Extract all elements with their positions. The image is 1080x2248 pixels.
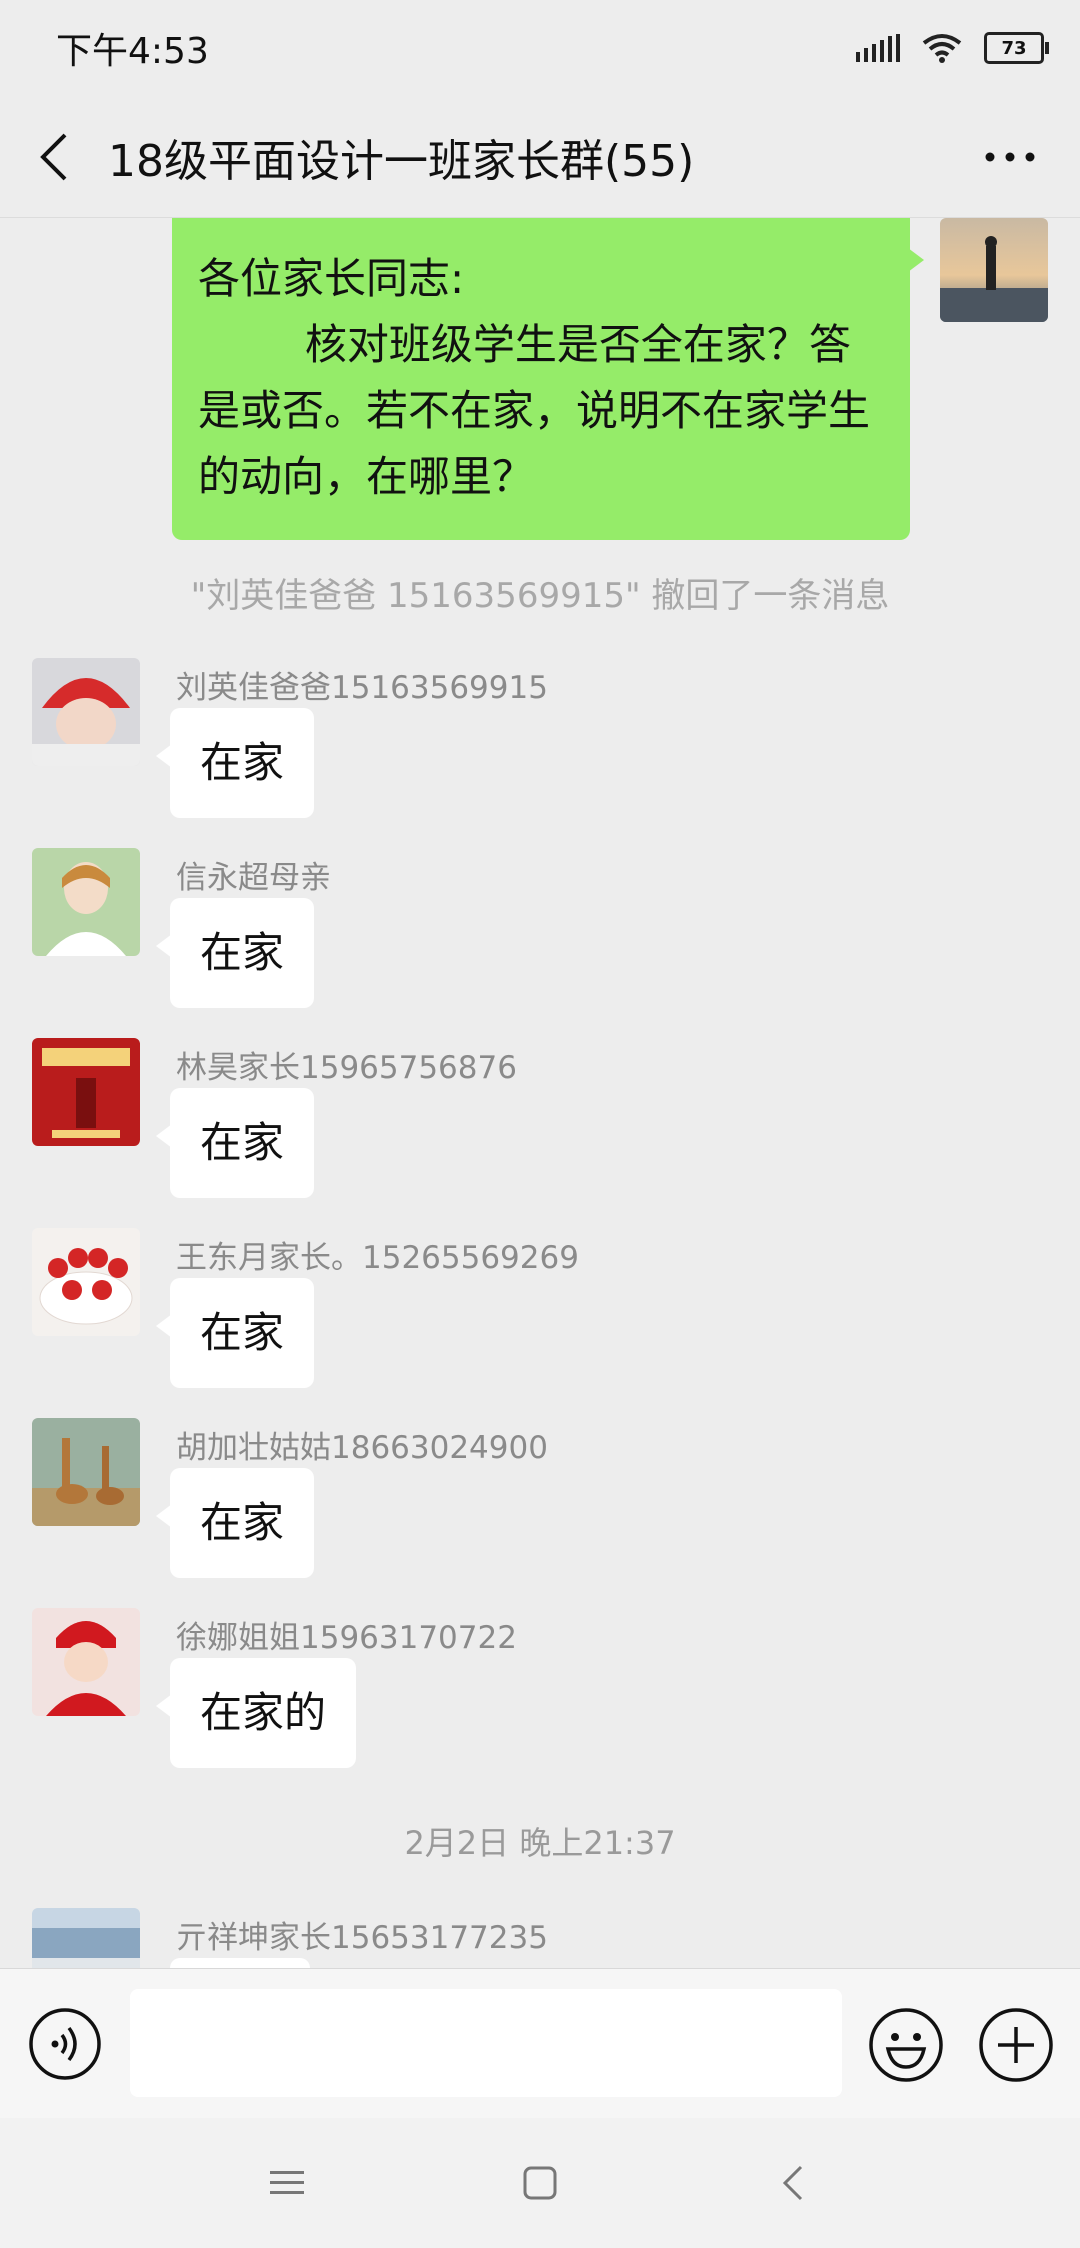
sender-name: 信永超母亲 xyxy=(176,860,331,896)
status-icons: 73 xyxy=(856,32,1049,64)
chat-message: 刘英佳爸爸15163569915 在家 xyxy=(0,658,1080,848)
message-bubble[interactable]: 在家的 xyxy=(155,1658,357,1768)
message-input-bar xyxy=(0,1968,1080,2118)
back-arrow-icon xyxy=(40,133,67,180)
message-input[interactable] xyxy=(130,1989,842,2097)
battery-level: 73 xyxy=(1001,37,1027,59)
message-bubble[interactable]: 在家 xyxy=(155,898,315,1008)
system-back-button[interactable] xyxy=(758,2148,828,2218)
sender-name: 林昊家长15965756876 xyxy=(176,1050,517,1086)
avatar[interactable] xyxy=(32,1608,140,1716)
recents-button[interactable] xyxy=(252,2148,322,2218)
chat-message: 信永超母亲 在家 xyxy=(0,848,1080,1038)
sender-name: 刘英佳爸爸15163569915 xyxy=(176,670,548,706)
avatar[interactable] xyxy=(32,1418,140,1526)
more-dots-icon xyxy=(985,152,1035,162)
chat-message: 林昊家长15965756876 在家 xyxy=(0,1038,1080,1228)
avatar[interactable] xyxy=(32,658,140,766)
status-time: 下午4:53 xyxy=(56,31,209,72)
sender-name: 王东月家长。15265569269 xyxy=(176,1240,579,1276)
chat-header: 18级平面设计一班家长群(55) xyxy=(0,96,1080,218)
wifi-icon xyxy=(922,34,962,63)
recall-notice: "刘英佳爸爸 15163569915" 撤回了一条消息 xyxy=(190,576,890,616)
voice-button[interactable] xyxy=(28,2007,102,2081)
message-bubble[interactable]: 在家 xyxy=(155,1468,315,1578)
avatar[interactable] xyxy=(32,1908,140,1968)
system-navigation-bar xyxy=(0,2118,1080,2248)
message-bubble[interactable]: 在家 xyxy=(155,1088,315,1198)
sender-name: 徐娜姐姐15963170722 xyxy=(176,1620,517,1656)
home-button[interactable] xyxy=(505,2148,575,2218)
chat-title: 18级平面设计一班家长群(55) xyxy=(108,135,695,187)
chat-message: 胡加壮姑姑18663024900 在家 xyxy=(0,1418,1080,1608)
sender-name: 亓祥坤家长15653177235 xyxy=(176,1920,548,1956)
status-bar: 下午4:53 73 xyxy=(0,0,1080,96)
message-bubble[interactable] xyxy=(170,1958,310,1968)
time-divider: 2月2日 晚上21:37 xyxy=(404,1824,676,1862)
more-functions-button[interactable] xyxy=(978,2007,1054,2083)
avatar[interactable] xyxy=(32,1038,140,1146)
chat-message: 亓祥坤家长15653177235 xyxy=(0,1908,1080,1968)
battery-icon: 73 xyxy=(984,32,1049,64)
message-bubble[interactable]: 在家 xyxy=(155,708,315,818)
emoji-icon xyxy=(869,2008,943,2082)
chat-message-list[interactable]: 各位家长同志: 核对班级学生是否全在家？答是或否。若不在家，说明不在家学生的动向… xyxy=(0,218,1080,1968)
chat-message: 徐娜姐姐15963170722 在家的 xyxy=(0,1608,1080,1798)
avatar[interactable] xyxy=(32,848,140,956)
signal-icon xyxy=(856,34,900,62)
my-avatar[interactable] xyxy=(940,218,1048,322)
home-square-icon xyxy=(523,2166,557,2200)
sender-name: 胡加壮姑姑18663024900 xyxy=(176,1430,548,1466)
plus-icon xyxy=(979,2008,1053,2082)
avatar[interactable] xyxy=(32,1228,140,1336)
message-bubble[interactable]: 在家 xyxy=(155,1278,315,1388)
back-button[interactable] xyxy=(4,96,104,218)
menu-icon xyxy=(269,2171,304,2194)
chevron-left-icon xyxy=(783,2165,803,2201)
voice-icon xyxy=(29,2008,101,2080)
outgoing-message-bubble[interactable]: 各位家长同志: 核对班级学生是否全在家？答是或否。若不在家，说明不在家学生的动向… xyxy=(172,218,924,540)
chat-message: 王东月家长。15265569269 在家 xyxy=(0,1228,1080,1418)
more-button[interactable] xyxy=(980,132,1040,182)
emoji-button[interactable] xyxy=(868,2007,944,2083)
